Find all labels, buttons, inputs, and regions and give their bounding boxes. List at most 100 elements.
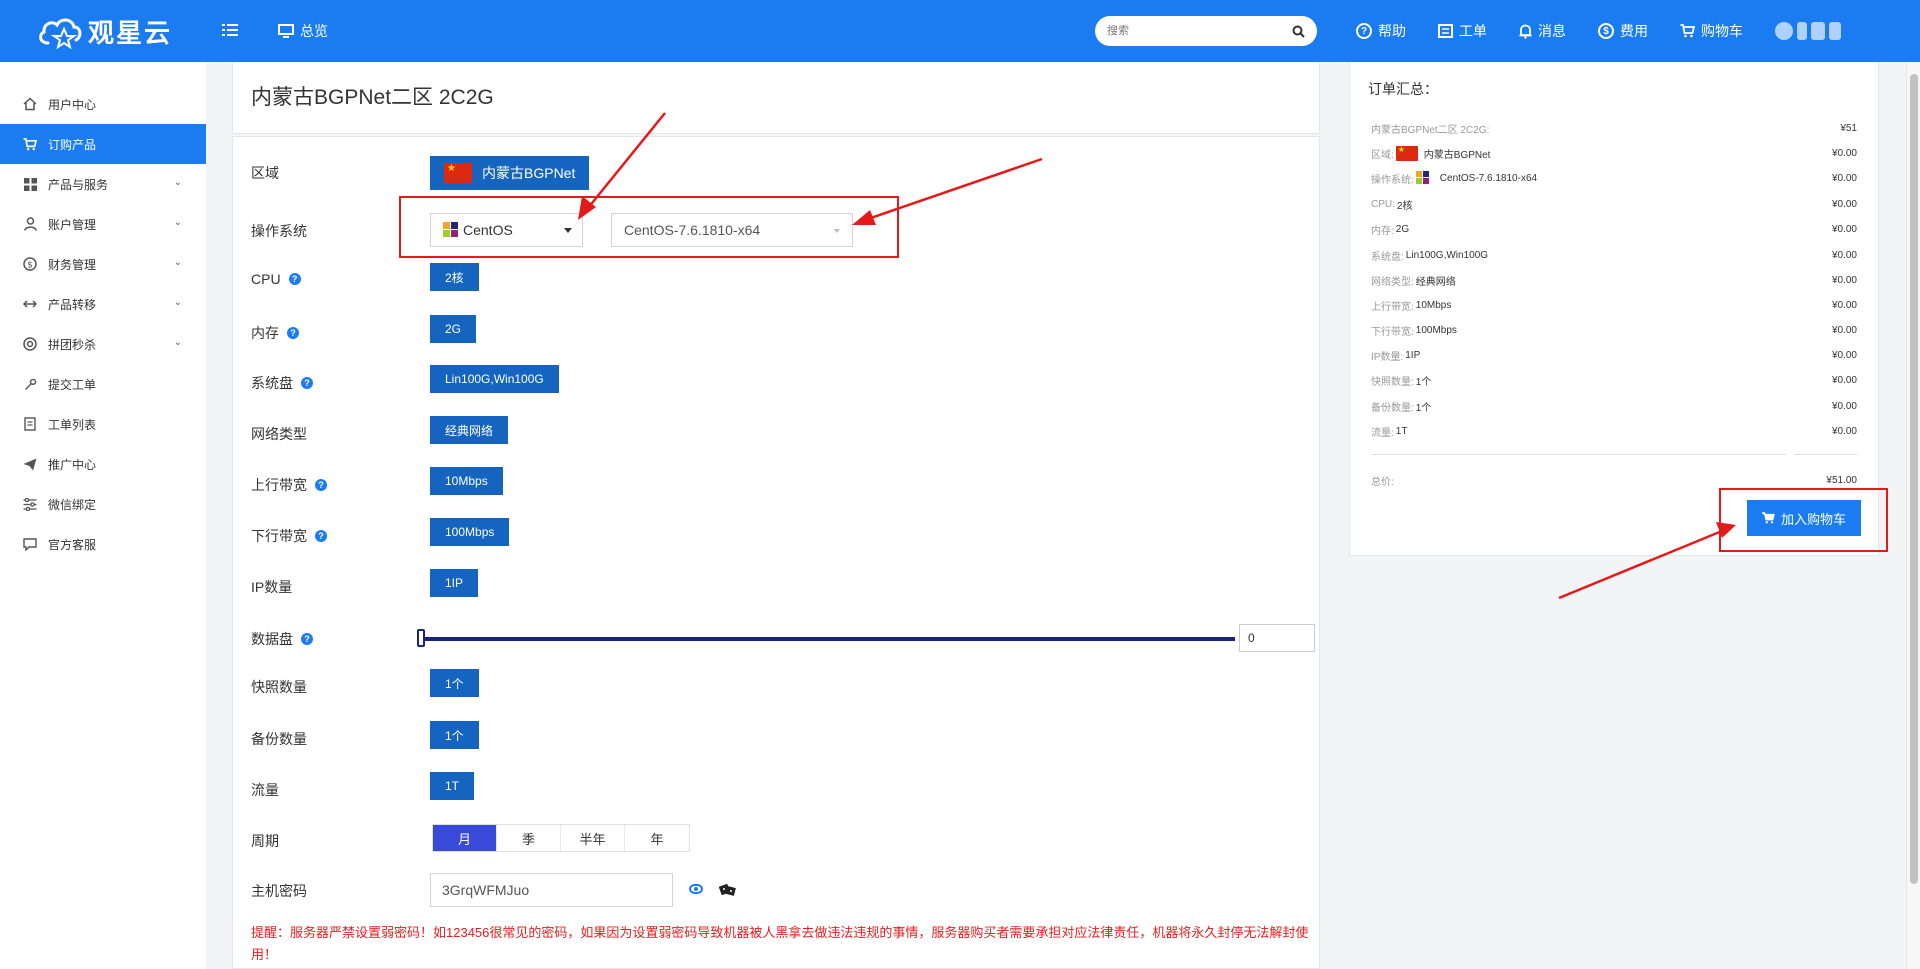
help-icon[interactable]: ? xyxy=(287,327,299,339)
summary-total-label: 总价: xyxy=(1371,476,1394,488)
memory-label-text: 内存 xyxy=(251,325,279,341)
sidebar-item-account[interactable]: 账户管理 ⌄ xyxy=(0,204,206,244)
sidebar-item-customer-service[interactable]: 官方客服 xyxy=(0,524,206,564)
cpu-option-button[interactable]: 2核 xyxy=(430,263,479,291)
data-disk-slider-handle[interactable] xyxy=(417,629,425,647)
upload-label-text: 上行带宽 xyxy=(251,477,307,493)
help-icon: ? xyxy=(1356,23,1372,39)
page-title: 内蒙古BGPNet二区 2C2G xyxy=(251,86,494,109)
period-option-quarter[interactable]: 季 xyxy=(497,825,561,851)
upload-option-button[interactable]: 10Mbps xyxy=(430,467,503,495)
password-input[interactable] xyxy=(430,873,673,907)
search-icon[interactable] xyxy=(1292,25,1305,38)
summary-line-label: 区域: xyxy=(1371,149,1394,161)
cart-icon xyxy=(22,136,38,152)
user-avatar[interactable] xyxy=(1775,22,1841,40)
help-icon[interactable]: ? xyxy=(315,479,327,491)
summary-line-value: 1IP xyxy=(1405,349,1421,361)
sidebar-item-label: 官方客服 xyxy=(48,537,97,552)
chevron-down-icon: ⌄ xyxy=(173,257,182,268)
help-label: 帮助 xyxy=(1378,23,1406,39)
home-icon xyxy=(22,96,38,112)
page-scrollbar[interactable] xyxy=(1906,62,1920,969)
snapshots-option-button[interactable]: 1个 xyxy=(430,669,479,697)
sidebar-item-group-buy[interactable]: 拼团秒杀 ⌄ xyxy=(0,324,206,364)
cart-icon xyxy=(1680,24,1695,38)
eye-icon[interactable] xyxy=(689,884,703,894)
dice-icon[interactable] xyxy=(719,882,736,897)
help-link[interactable]: ? 帮助 xyxy=(1356,21,1406,41)
os-label-text: 操作系统 xyxy=(251,223,307,239)
system-disk-option-button[interactable]: Lin100G,Win100G xyxy=(430,365,559,393)
summary-line-value: 100Mbps xyxy=(1415,324,1457,336)
summary-line-value: CentOS-7.6.1810-x64 xyxy=(1439,172,1538,184)
sidebar-item-transfer[interactable]: 产品转移 ⌄ xyxy=(0,284,206,324)
logo[interactable]: 观星云 xyxy=(36,13,206,50)
summary-line-label: 流量: xyxy=(1371,427,1394,439)
china-flag-icon xyxy=(1395,145,1418,161)
help-icon[interactable]: ? xyxy=(315,530,327,542)
sidebar-item-products-services[interactable]: 产品与服务 ⌄ xyxy=(0,164,206,204)
sidebar-item-finance[interactable]: $ 财务管理 ⌄ xyxy=(0,244,206,284)
period-label-text: 周期 xyxy=(251,833,279,849)
region-option-button[interactable]: 内蒙古BGPNet xyxy=(430,156,590,190)
backups-option-button[interactable]: 1个 xyxy=(430,721,479,749)
summary-line-price: ¥0.00 xyxy=(1831,147,1857,159)
menu-toggle-icon[interactable] xyxy=(222,21,238,42)
chevron-down-icon: ⌄ xyxy=(173,217,182,228)
avatar-image xyxy=(1775,22,1793,40)
data-disk-input[interactable] xyxy=(1239,624,1315,652)
data-disk-slider-track[interactable] xyxy=(423,637,1235,641)
sidebar-item-wechat-bind[interactable]: 微信绑定 xyxy=(0,484,206,524)
period-option-year[interactable]: 年 xyxy=(625,825,689,851)
fee-icon: $ xyxy=(1598,23,1614,39)
sliders-icon xyxy=(22,496,38,512)
username-blurred-2 xyxy=(1811,22,1825,40)
summary-line-label: CPU: xyxy=(1371,198,1395,210)
traffic-option-button[interactable]: 1T xyxy=(430,772,475,800)
summary-line-ip: IP数量: 1IP ¥0.00 xyxy=(1371,345,1857,365)
download-option-button[interactable]: 100Mbps xyxy=(430,518,510,546)
nav-overview-label: 总览 xyxy=(300,23,328,39)
summary-divider xyxy=(1794,454,1857,455)
grid-icon xyxy=(22,176,38,192)
summary-line-value: 2核 xyxy=(1396,200,1413,212)
summary-line-price: ¥0.00 xyxy=(1831,198,1857,210)
help-icon[interactable]: ? xyxy=(288,273,301,285)
sidebar-item-label: 产品转移 xyxy=(48,297,97,312)
nav-overview[interactable]: 总览 xyxy=(278,21,328,41)
network-option-button[interactable]: 经典网络 xyxy=(430,416,509,444)
cart-link[interactable]: 购物车 xyxy=(1680,21,1743,41)
ip-count-option-button[interactable]: 1IP xyxy=(430,569,479,597)
summary-line-download: 下行带宽: 100Mbps ¥0.00 xyxy=(1371,320,1857,340)
help-icon[interactable]: ? xyxy=(301,633,313,645)
annotation-box-cart xyxy=(1719,488,1888,552)
sidebar-item-label: 账户管理 xyxy=(48,217,97,232)
period-option-half-year[interactable]: 半年 xyxy=(561,825,625,851)
summary-line-price: ¥0.00 xyxy=(1831,223,1857,235)
sidebar-item-user-center[interactable]: 用户中心 xyxy=(0,84,206,124)
summary-line-label: 下行带宽: xyxy=(1371,326,1414,338)
summary-line-label: 快照数量: xyxy=(1371,376,1414,388)
messages-link[interactable]: 消息 xyxy=(1519,21,1566,41)
summary-line-memory: 内存: 2G ¥0.00 xyxy=(1371,219,1857,239)
help-icon[interactable]: ? xyxy=(301,377,313,389)
sidebar-item-submit-ticket[interactable]: 提交工单 xyxy=(0,364,206,404)
fees-link[interactable]: $ 费用 xyxy=(1598,21,1648,41)
summary-total: 总价: ¥51.00 xyxy=(1371,470,1857,490)
ticket-link[interactable]: 工单 xyxy=(1438,21,1487,41)
sidebar-item-ticket-list[interactable]: 工单列表 xyxy=(0,404,206,444)
memory-option-button[interactable]: 2G xyxy=(430,315,477,343)
download-label-text: 下行带宽 xyxy=(251,528,307,544)
scrollbar-thumb[interactable] xyxy=(1910,74,1918,884)
product-title-panel: 内蒙古BGPNet二区 2C2G xyxy=(232,62,1320,134)
summary-line-value: 1T xyxy=(1395,425,1408,437)
sidebar-item-promotion[interactable]: 推广中心 xyxy=(0,444,206,484)
username-blurred xyxy=(1797,22,1807,40)
search-input[interactable] xyxy=(1107,25,1292,37)
period-option-month[interactable]: 月 xyxy=(433,825,497,851)
sidebar-item-order-products[interactable]: 订购产品 xyxy=(0,124,206,164)
ip-count-label-text: IP数量 xyxy=(251,579,293,595)
summary-line-price: ¥0.00 xyxy=(1831,349,1857,361)
summary-line-label: 上行带宽: xyxy=(1371,301,1414,313)
